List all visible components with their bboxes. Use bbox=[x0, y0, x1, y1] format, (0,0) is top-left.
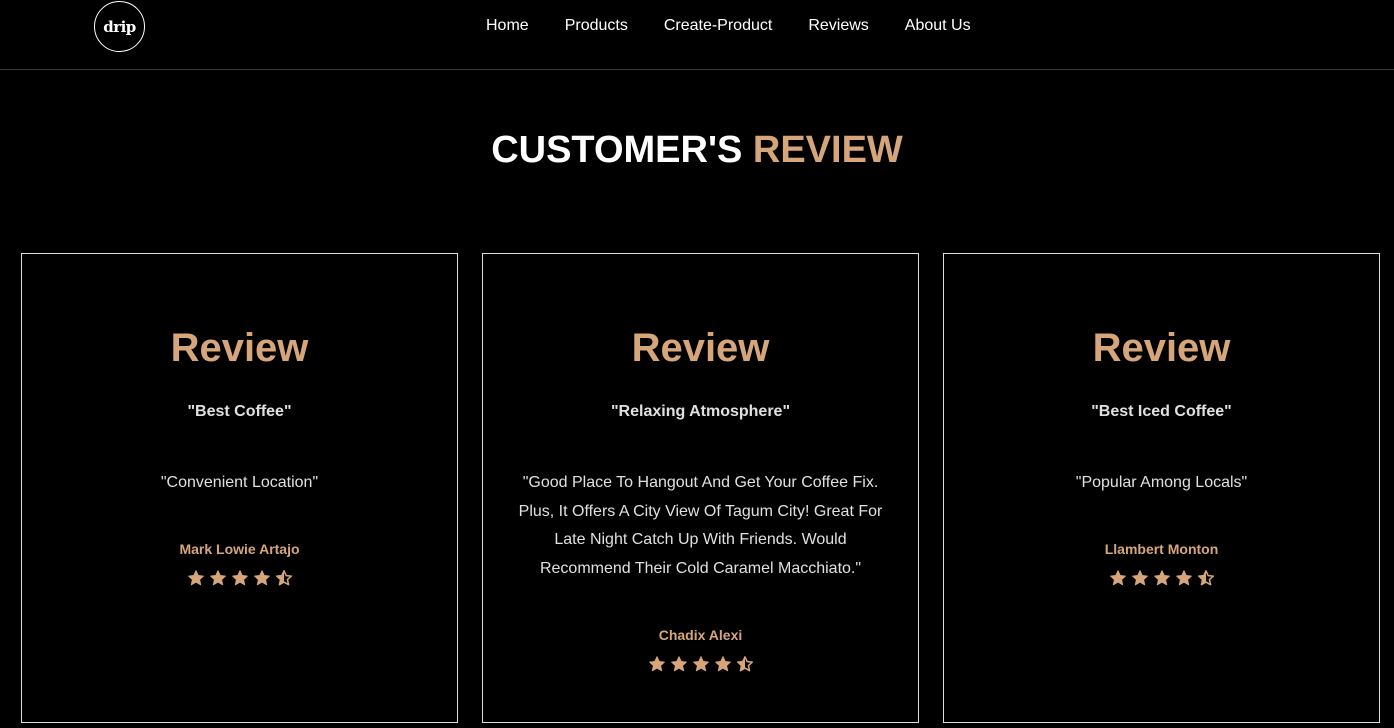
review-card: Review "Best Coffee" "Convenient Locatio… bbox=[21, 253, 458, 723]
review-author: Mark Lowie Artajo bbox=[179, 541, 300, 557]
heading-accent: REVIEW bbox=[752, 129, 903, 171]
section-heading: CUSTOMER'S REVIEW bbox=[0, 128, 1394, 172]
nav-link-home[interactable]: Home bbox=[486, 17, 529, 35]
star-icon bbox=[648, 656, 665, 672]
review-text: "Popular Among Locals" bbox=[1075, 474, 1248, 491]
star-icon bbox=[187, 570, 204, 586]
review-card-title: Review bbox=[1092, 326, 1231, 370]
star-half-icon bbox=[1197, 570, 1214, 586]
star-icon bbox=[209, 570, 226, 586]
review-author: Chadix Alexi bbox=[658, 627, 743, 643]
review-headline: "Best Coffee" bbox=[187, 403, 292, 420]
main-nav: Home Products Create-Product Reviews Abo… bbox=[486, 17, 971, 35]
star-rating bbox=[944, 569, 1379, 587]
star-rating bbox=[22, 569, 457, 587]
nav-link-reviews[interactable]: Reviews bbox=[808, 17, 868, 35]
heading-main: CUSTOMER'S bbox=[491, 129, 743, 171]
review-card-title: Review bbox=[170, 326, 309, 370]
star-icon bbox=[1153, 570, 1170, 586]
nav-link-create-product[interactable]: Create-Product bbox=[664, 17, 773, 35]
star-half-icon bbox=[275, 570, 292, 586]
review-headline: "Best Iced Coffee" bbox=[1091, 403, 1232, 420]
star-icon bbox=[253, 570, 270, 586]
star-icon bbox=[670, 656, 687, 672]
review-text: "Convenient Location" bbox=[160, 474, 319, 491]
star-icon bbox=[692, 656, 709, 672]
review-author: Llambert Monton bbox=[1104, 541, 1219, 557]
review-card-title: Review bbox=[631, 326, 770, 370]
navbar: drip Home Products Create-Product Review… bbox=[0, 0, 1394, 70]
drip-logo[interactable]: drip bbox=[94, 1, 145, 52]
nav-link-about-us[interactable]: About Us bbox=[905, 17, 971, 35]
star-icon bbox=[714, 656, 731, 672]
star-icon bbox=[1175, 570, 1192, 586]
logo-text: drip bbox=[103, 17, 136, 36]
star-icon bbox=[1109, 570, 1126, 586]
star-icon bbox=[231, 570, 248, 586]
star-rating bbox=[483, 655, 918, 673]
review-card: Review "Relaxing Atmosphere" "Good Place… bbox=[482, 253, 919, 723]
review-card: Review "Best Iced Coffee" "Popular Among… bbox=[943, 253, 1380, 723]
review-text: "Good Place To Hangout And Get Your Coff… bbox=[518, 474, 883, 577]
review-headline: "Relaxing Atmosphere" bbox=[610, 403, 791, 420]
star-icon bbox=[1131, 570, 1148, 586]
nav-link-products[interactable]: Products bbox=[565, 17, 628, 35]
star-half-icon bbox=[736, 656, 753, 672]
